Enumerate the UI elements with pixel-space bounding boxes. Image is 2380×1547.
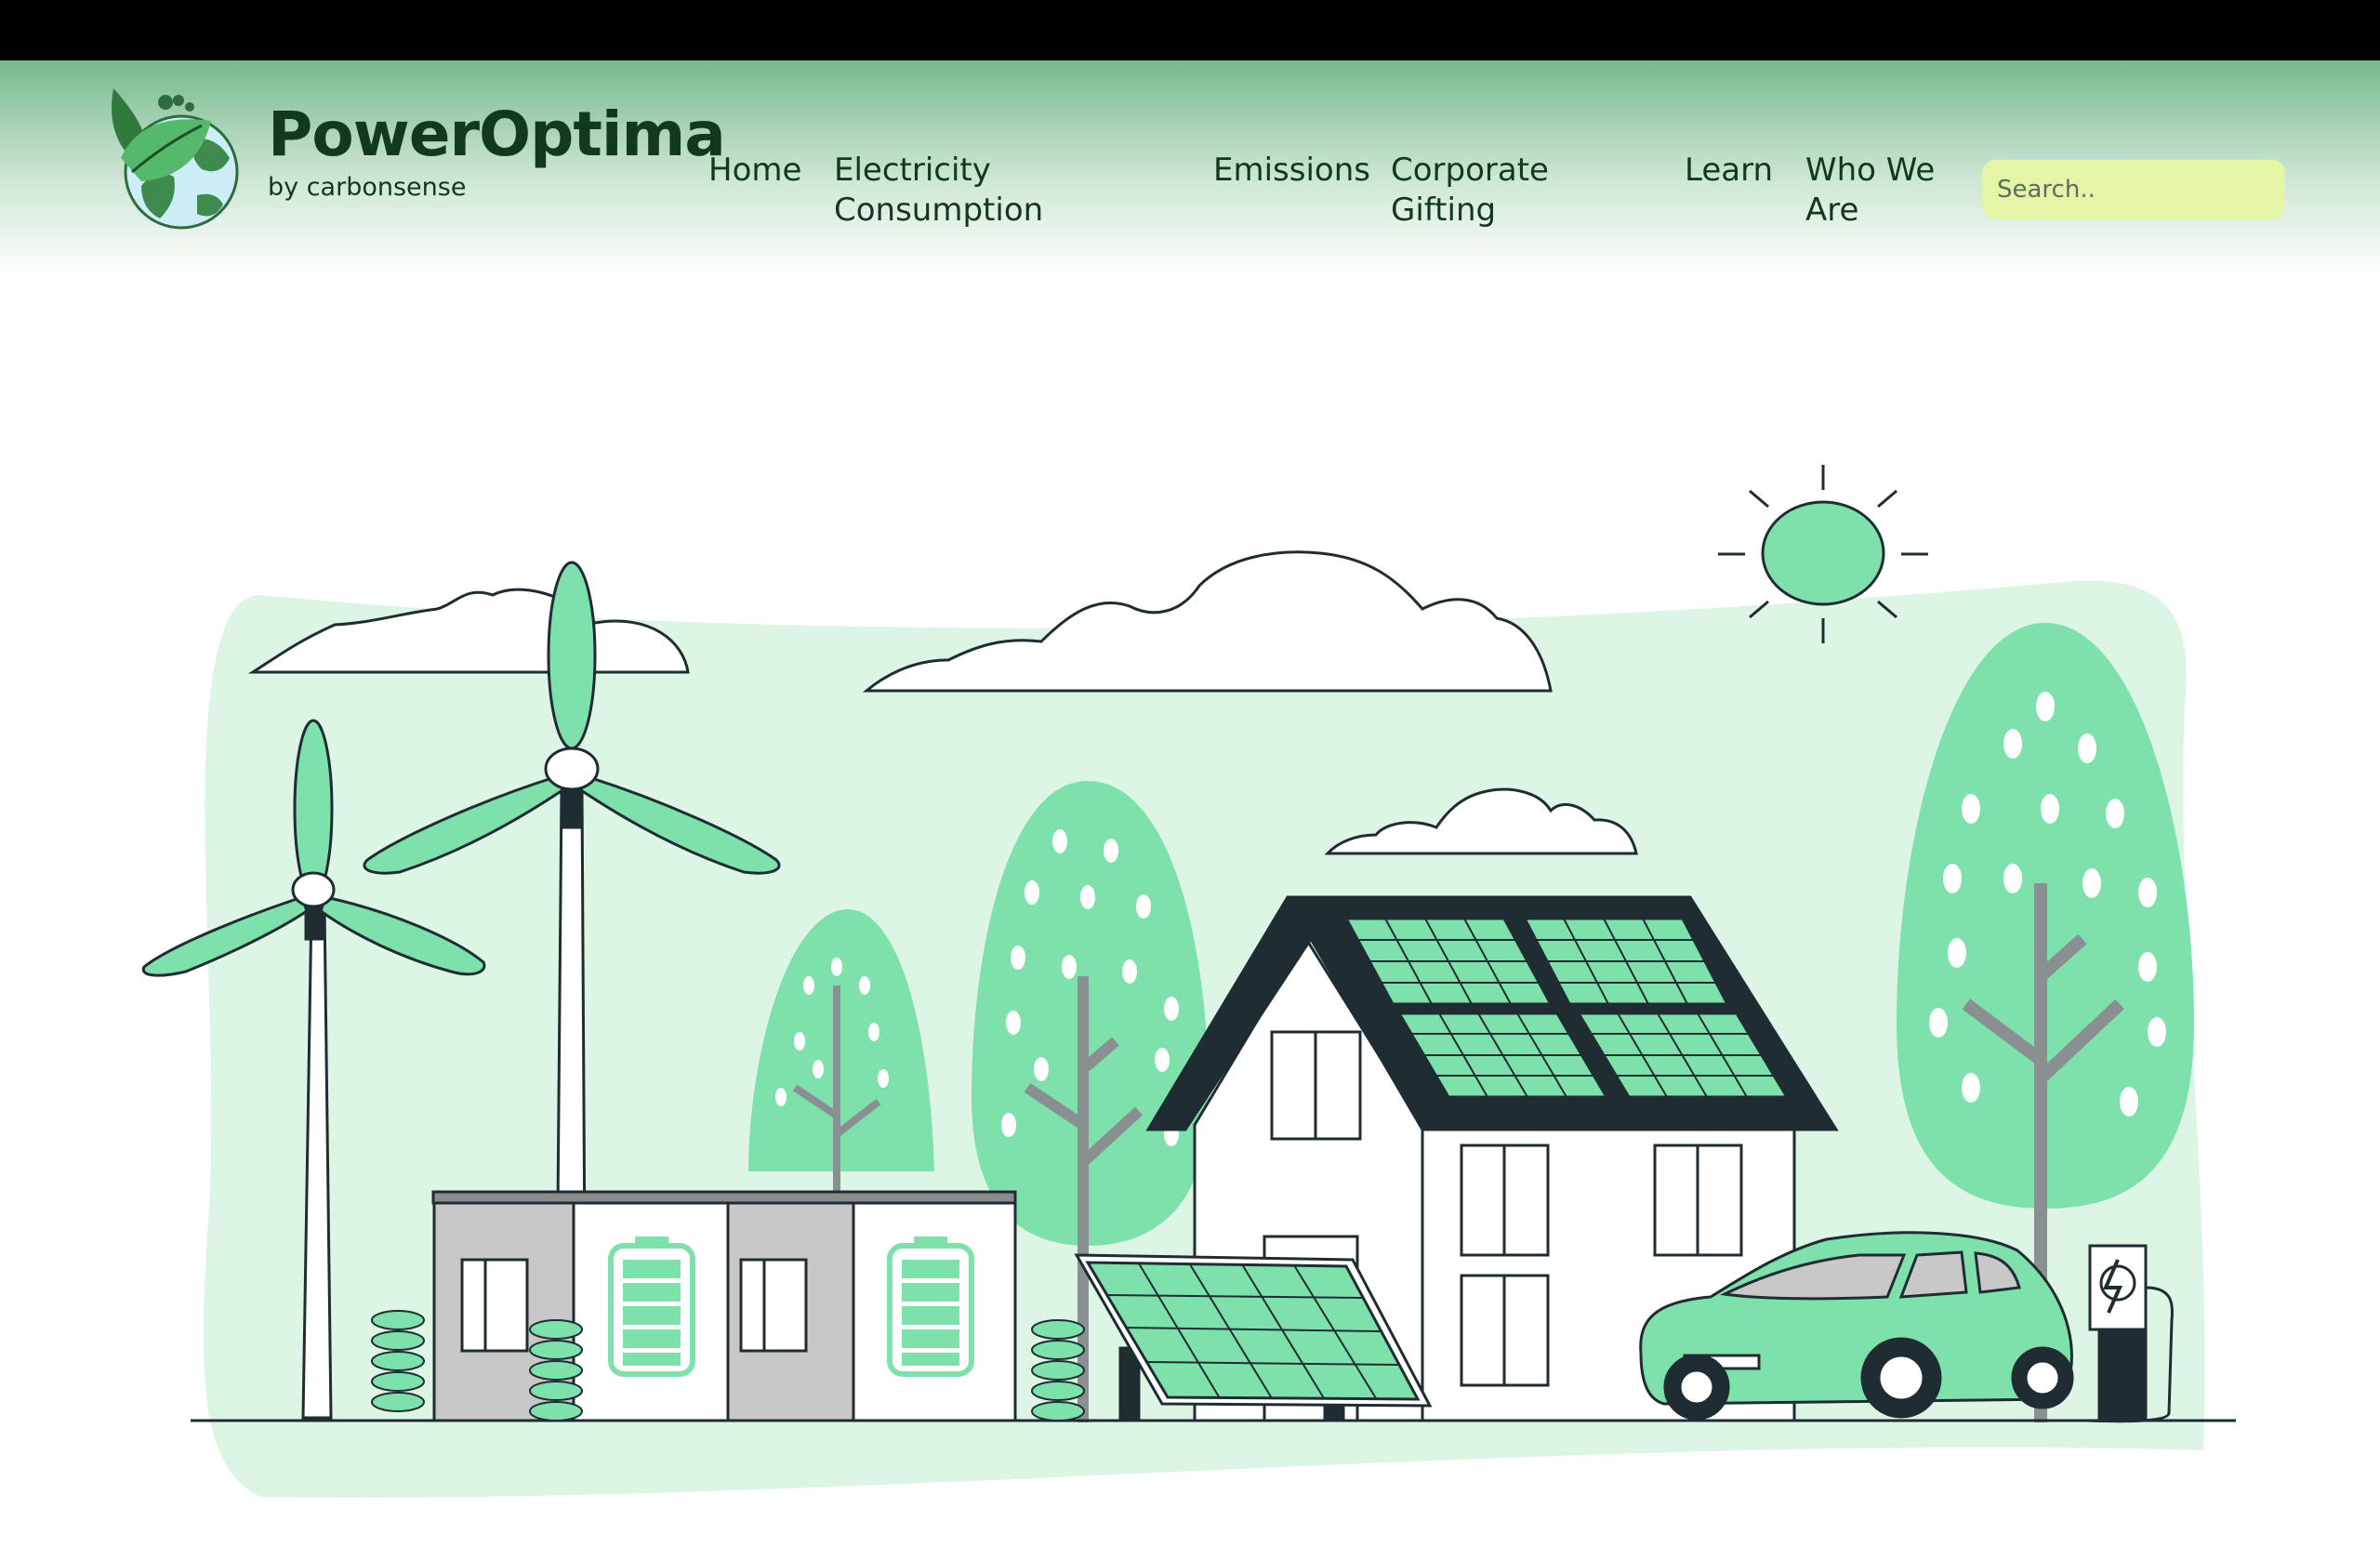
browser-top-bar: [0, 0, 2380, 60]
nav-gifting-line2: Gifting: [1391, 192, 1497, 229]
nav-corporate-gifting[interactable]: Corporate Gifting: [1391, 151, 1549, 231]
insulator-icon: [371, 1310, 425, 1412]
brand-name[interactable]: PowerOptima: [268, 104, 726, 165]
nav-who-line2: Are: [1805, 192, 1859, 229]
earth-leaf-logo-icon: [112, 88, 239, 230]
nav-who-we-are[interactable]: Who We Are: [1805, 151, 1935, 231]
nav-gifting-line1: Corporate: [1391, 152, 1549, 189]
nav-learn[interactable]: Learn: [1685, 151, 1773, 191]
hero-illustration: [141, 465, 2236, 1498]
brand-tagline: by carbonsense: [268, 173, 467, 202]
search-input[interactable]: [1982, 160, 2285, 219]
nav-who-line1: Who We: [1805, 152, 1936, 189]
logo-link[interactable]: [104, 84, 244, 237]
nav-home[interactable]: Home: [708, 151, 801, 191]
nav-electricity-line2: Consumption: [834, 192, 1044, 229]
nav-electricity-consumption[interactable]: Electricity Consumption: [834, 151, 1043, 231]
cloud-center: [862, 550, 1553, 693]
battery-storage-building: [431, 1190, 1017, 1422]
insulator-icon: [1031, 1319, 1085, 1421]
battery-icon: [887, 1236, 974, 1377]
nav-emissions[interactable]: Emissions: [1213, 151, 1370, 191]
insulator-icon: [529, 1319, 583, 1421]
nav-electricity-line1: Electricity: [834, 152, 991, 189]
battery-icon: [608, 1236, 695, 1377]
brand: PowerOptima by carbonsense: [268, 104, 726, 202]
